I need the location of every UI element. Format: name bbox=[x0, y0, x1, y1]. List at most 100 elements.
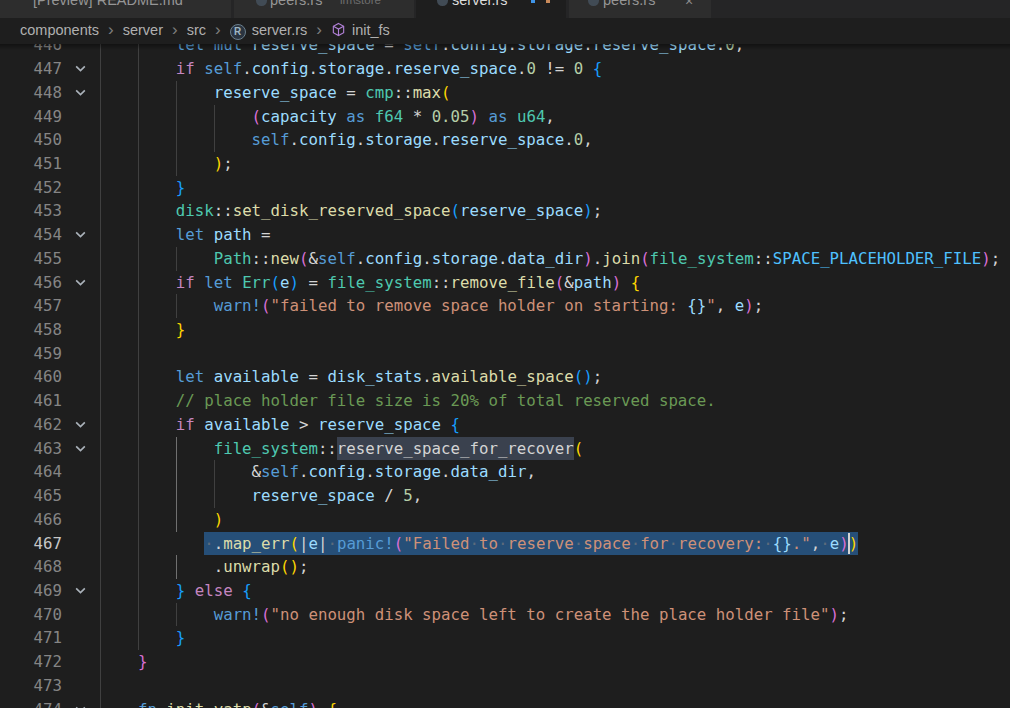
code-text: } bbox=[100, 650, 147, 674]
line-number: 459 bbox=[0, 342, 62, 366]
code-text: file_system::reserve_space_for_recover( bbox=[100, 437, 583, 461]
tab-close-icon[interactable]: × bbox=[685, 0, 693, 9]
tab-indicator bbox=[546, 0, 550, 3]
line-number: 452 bbox=[0, 176, 62, 200]
code-text: let available = disk_stats.available_spa… bbox=[100, 365, 602, 389]
code-line-454[interactable]: 454 let path = bbox=[0, 223, 1010, 247]
rust-file-icon bbox=[256, 0, 267, 6]
line-number: 472 bbox=[0, 650, 62, 674]
fold-chevron-icon[interactable] bbox=[70, 227, 90, 243]
tab-label: peers.rs bbox=[270, 0, 322, 8]
code-text bbox=[100, 674, 138, 698]
code-line-453[interactable]: 453 disk::set_disk_reserved_space(reserv… bbox=[0, 199, 1010, 223]
line-number: 449 bbox=[0, 105, 62, 129]
code-text: if available > reserve_space { bbox=[100, 413, 460, 437]
fold-chevron-icon[interactable] bbox=[70, 441, 90, 457]
fold-chevron-icon[interactable] bbox=[70, 275, 90, 291]
code-line-460[interactable]: 460 let available = disk_stats.available… bbox=[0, 365, 1010, 389]
code-text: disk::set_disk_reserved_space(reserve_sp… bbox=[100, 199, 602, 223]
code-text: ·.map_err(|e|·panic!("Failed·to·reserve·… bbox=[100, 532, 858, 556]
line-number: 469 bbox=[0, 579, 62, 603]
code-line-473[interactable]: 473 bbox=[0, 674, 1010, 698]
code-line-449[interactable]: 449 (capacity as f64 * 0.05) as u64, bbox=[0, 105, 1010, 129]
code-line-465[interactable]: 465 reserve_space / 5, bbox=[0, 484, 1010, 508]
line-number: 451 bbox=[0, 152, 62, 176]
code-text: // place holder file size is 20% of tota… bbox=[100, 389, 716, 413]
breadcrumb-separator-icon: › bbox=[108, 21, 114, 38]
breadcrumb-item-components[interactable]: components bbox=[20, 22, 99, 38]
breadcrumb-item-server.rs[interactable]: Rserver.rs bbox=[230, 21, 308, 39]
code-text: reserve_space = cmp::max( bbox=[100, 81, 451, 105]
code-line-468[interactable]: 468 .unwrap(); bbox=[0, 555, 1010, 579]
fold-chevron-icon[interactable] bbox=[70, 417, 90, 433]
code-line-466[interactable]: 466 ) bbox=[0, 508, 1010, 532]
code-line-448[interactable]: 448 reserve_space = cmp::max( bbox=[0, 81, 1010, 105]
line-number: 455 bbox=[0, 247, 62, 271]
code-text: } bbox=[100, 318, 185, 342]
code-line-469[interactable]: 469 } else { bbox=[0, 579, 1010, 603]
code-line-464[interactable]: 464 &self.config.storage.data_dir, bbox=[0, 460, 1010, 484]
code-text: &self.config.storage.data_dir, bbox=[100, 460, 536, 484]
line-number: 473 bbox=[0, 674, 62, 698]
code-text bbox=[100, 342, 176, 366]
code-line-450[interactable]: 450 self.config.storage.reserve_space.0, bbox=[0, 128, 1010, 152]
code-text: } bbox=[100, 176, 185, 200]
line-number: 471 bbox=[0, 626, 62, 650]
line-number: 467 bbox=[0, 532, 62, 556]
rust-file-icon bbox=[437, 0, 448, 6]
code-line-471[interactable]: 471 } bbox=[0, 626, 1010, 650]
fold-chevron-icon[interactable] bbox=[70, 85, 90, 101]
fold-chevron-icon[interactable] bbox=[70, 583, 90, 599]
code-line-462[interactable]: 462 if available > reserve_space { bbox=[0, 413, 1010, 437]
line-number: 463 bbox=[0, 437, 62, 461]
tab-server.rs[interactable]: server.rs bbox=[416, 0, 566, 18]
code-line-474[interactable]: 474 fn init_yatp(&self) { bbox=[0, 698, 1010, 708]
code-line-470[interactable]: 470 warn!("no enough disk space left to … bbox=[0, 603, 1010, 627]
code-text: (capacity as f64 * 0.05) as u64, bbox=[100, 105, 555, 129]
breadcrumb-item-init-fs[interactable]: init_fs bbox=[331, 21, 390, 39]
code-line-457[interactable]: 457 warn!("failed to remove space holder… bbox=[0, 294, 1010, 318]
tab-indicator bbox=[531, 0, 535, 3]
code-editor[interactable]: 446 let mut reserve_space = self.config.… bbox=[0, 0, 1010, 708]
line-number: 465 bbox=[0, 484, 62, 508]
code-line-463[interactable]: 463 file_system::reserve_space_for_recov… bbox=[0, 437, 1010, 461]
breadcrumb-label: src bbox=[187, 22, 206, 38]
tab-label: [Preview] README.md bbox=[33, 0, 183, 8]
line-number: 470 bbox=[0, 603, 62, 627]
line-number: 447 bbox=[0, 57, 62, 81]
fold-chevron-icon[interactable] bbox=[70, 61, 90, 77]
line-number: 453 bbox=[0, 199, 62, 223]
breadcrumb-item-src[interactable]: src bbox=[187, 22, 206, 38]
text-cursor bbox=[848, 533, 850, 554]
line-number: 456 bbox=[0, 271, 62, 295]
rust-file-icon bbox=[588, 0, 599, 6]
breadcrumb-label: server bbox=[123, 22, 163, 38]
line-number: 474 bbox=[0, 698, 62, 708]
code-line-447[interactable]: 447 if self.config.storage.reserve_space… bbox=[0, 57, 1010, 81]
breadcrumb-separator-icon: › bbox=[215, 21, 221, 38]
code-line-455[interactable]: 455 Path::new(&self.config.storage.data_… bbox=[0, 247, 1010, 271]
code-text: self.config.storage.reserve_space.0, bbox=[100, 128, 593, 152]
code-line-456[interactable]: 456 if let Err(e) = file_system::remove_… bbox=[0, 271, 1010, 295]
code-line-461[interactable]: 461 // place holder file size is 20% of … bbox=[0, 389, 1010, 413]
code-line-472[interactable]: 472 } bbox=[0, 650, 1010, 674]
tab-description: im\store bbox=[340, 0, 381, 6]
code-text: ); bbox=[100, 152, 233, 176]
fold-chevron-icon[interactable] bbox=[70, 702, 90, 708]
code-text: let path = bbox=[100, 223, 271, 247]
breadcrumb-label: init_fs bbox=[352, 22, 390, 38]
editor-tab-bar: [Preview] README.md peers.rs im\store serve… bbox=[0, 0, 1010, 18]
code-line-459[interactable]: 459 bbox=[0, 342, 1010, 366]
code-line-467[interactable]: 467 ·.map_err(|e|·panic!("Failed·to·rese… bbox=[0, 532, 1010, 556]
breadcrumb: components›server›src›Rserver.rs›init_fs bbox=[0, 18, 1010, 44]
breadcrumb-item-server[interactable]: server bbox=[123, 22, 163, 38]
tab-peers.rs[interactable]: peers.rs im\store bbox=[234, 0, 414, 18]
code-line-452[interactable]: 452 } bbox=[0, 176, 1010, 200]
code-line-458[interactable]: 458 } bbox=[0, 318, 1010, 342]
line-number: 450 bbox=[0, 128, 62, 152]
code-text: reserve_space / 5, bbox=[100, 484, 422, 508]
code-line-451[interactable]: 451 ); bbox=[0, 152, 1010, 176]
line-number: 457 bbox=[0, 294, 62, 318]
tab-peers.rs[interactable]: peers.rs× bbox=[569, 0, 711, 18]
tab--preview-readme.md[interactable]: [Preview] README.md bbox=[0, 0, 231, 18]
